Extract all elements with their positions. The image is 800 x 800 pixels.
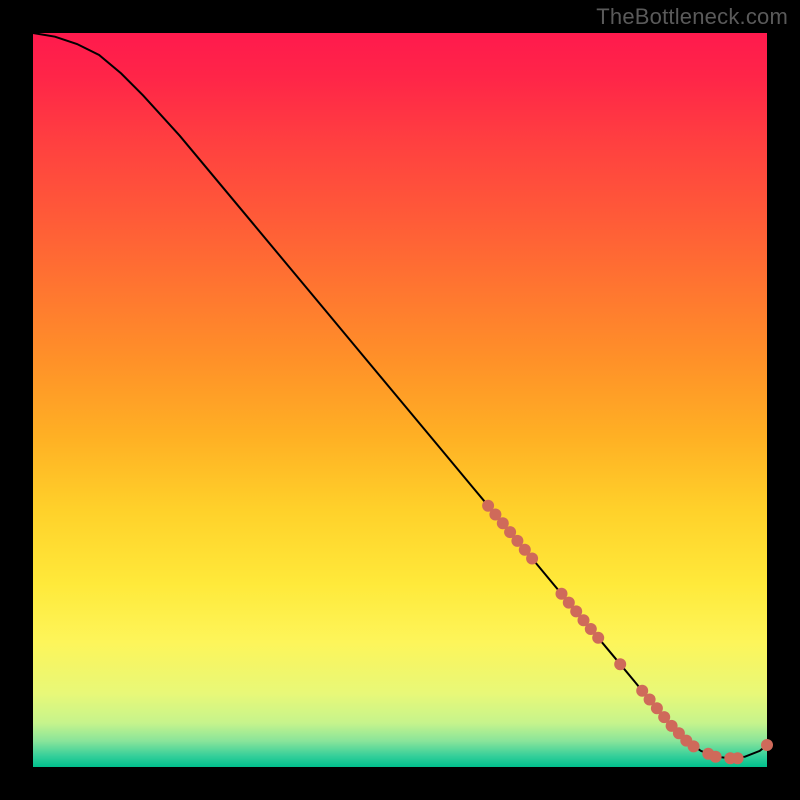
marker-dot — [526, 553, 538, 565]
bottleneck-chart — [0, 0, 800, 800]
marker-dot — [732, 752, 744, 764]
watermark-text: TheBottleneck.com — [596, 4, 788, 30]
marker-dot — [688, 740, 700, 752]
marker-dot — [592, 632, 604, 644]
chart-container: TheBottleneck.com — [0, 0, 800, 800]
marker-dot — [761, 739, 773, 751]
marker-dot — [710, 751, 722, 763]
marker-dot — [614, 658, 626, 670]
